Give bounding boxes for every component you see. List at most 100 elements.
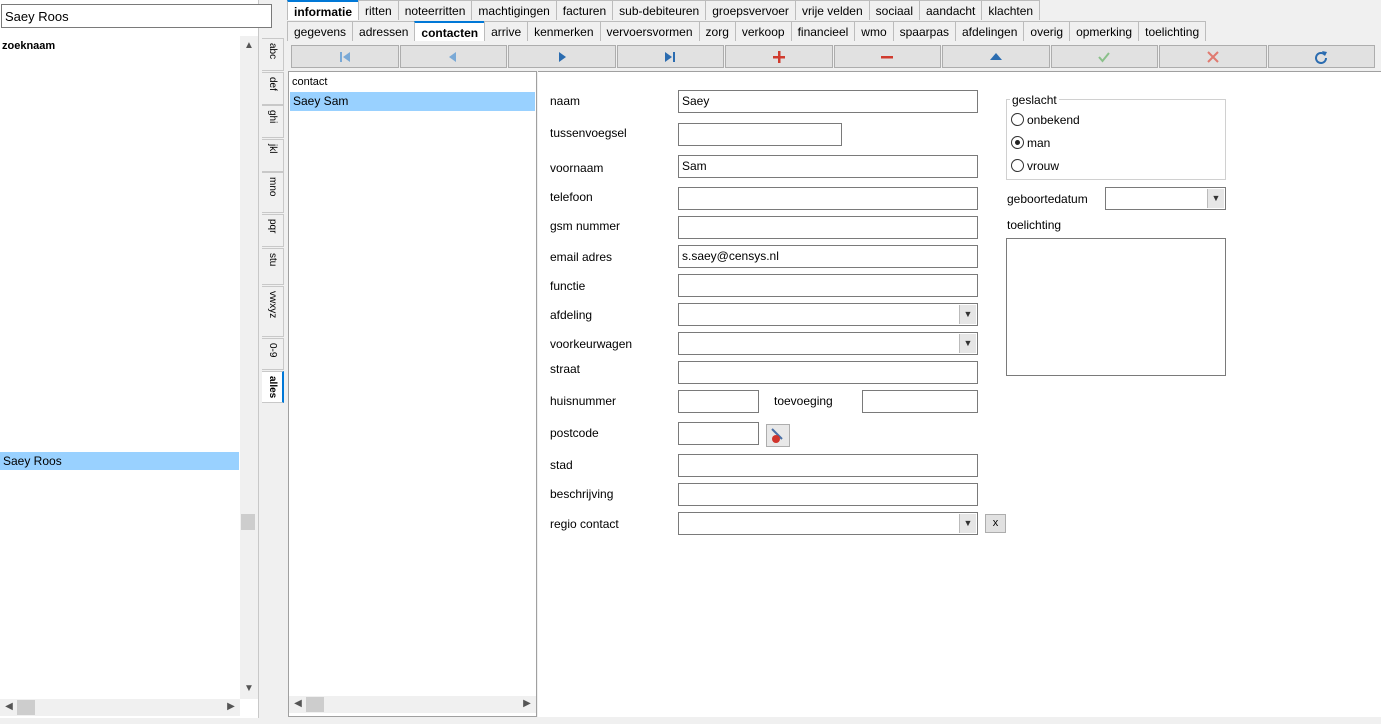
- alphabet-tab-label: ghi: [267, 110, 278, 124]
- afdeling-select[interactable]: ▼: [678, 303, 978, 326]
- alphabet-tab-vwxyz[interactable]: vwxyz: [262, 286, 284, 337]
- subtab-overig[interactable]: overig: [1023, 21, 1071, 41]
- tab-ritten[interactable]: ritten: [358, 0, 399, 20]
- regio-select[interactable]: ▼: [678, 512, 978, 535]
- tab-sub-debiteuren[interactable]: sub-debiteuren: [612, 0, 707, 20]
- tussenvoegsel-field[interactable]: [678, 123, 842, 146]
- alphabet-tab-label: pqr: [267, 219, 278, 234]
- geboortedatum-select[interactable]: ▼: [1105, 187, 1226, 210]
- subtab-opmerking[interactable]: opmerking: [1069, 21, 1140, 41]
- chevron-down-icon[interactable]: ▼: [959, 514, 976, 533]
- subtab-vervoersvormen[interactable]: vervoersvormen: [599, 21, 700, 41]
- alphabet-tab-label: mno: [267, 177, 278, 197]
- toevoeging-field[interactable]: [862, 390, 978, 413]
- first-record-button[interactable]: [291, 45, 399, 68]
- naam-field[interactable]: Saey: [678, 90, 978, 113]
- voornaam-label: voornaam: [550, 161, 604, 175]
- alphabet-tab-jkl[interactable]: jkl: [262, 139, 284, 172]
- tab-sociaal[interactable]: sociaal: [868, 0, 920, 20]
- subtab-contacten[interactable]: contacten: [414, 21, 486, 41]
- list-item[interactable]: Saey Roos: [0, 452, 239, 470]
- tab-noteerritten[interactable]: noteerritten: [397, 0, 473, 20]
- previous-icon: [449, 51, 457, 62]
- confirm-button[interactable]: [1050, 45, 1158, 68]
- alphabet-tab-label: 0-9: [267, 343, 278, 358]
- scroll-thumb[interactable]: [17, 700, 35, 715]
- clear-regio-button[interactable]: x: [985, 514, 1006, 533]
- refresh-button[interactable]: [1267, 45, 1375, 68]
- scroll-up-icon[interactable]: ▲: [240, 38, 258, 54]
- scroll-right-icon[interactable]: ▶: [222, 699, 240, 715]
- cancel-button[interactable]: [1159, 45, 1267, 68]
- scroll-down-icon[interactable]: ▼: [240, 681, 258, 697]
- scroll-right-icon[interactable]: ▶: [518, 696, 536, 712]
- move-up-button[interactable]: [942, 45, 1050, 68]
- radio-icon[interactable]: [1011, 113, 1024, 126]
- email-field[interactable]: s.saey@censys.nl: [678, 245, 978, 268]
- subtab-afdelingen[interactable]: afdelingen: [955, 21, 1025, 41]
- scroll-left-icon[interactable]: ◀: [0, 699, 18, 715]
- add-button[interactable]: [725, 45, 833, 68]
- subtab-wmo[interactable]: wmo: [854, 21, 894, 41]
- scroll-thumb[interactable]: [306, 697, 324, 712]
- last-record-button[interactable]: [616, 45, 724, 68]
- next-record-button[interactable]: [508, 45, 616, 68]
- telefoon-field[interactable]: [678, 187, 978, 210]
- alphabet-tab-pqr[interactable]: pqr: [262, 214, 284, 247]
- stad-field[interactable]: [678, 454, 978, 477]
- geboortedatum-label: geboortedatum: [1007, 192, 1088, 206]
- tab-machtigingen[interactable]: machtigingen: [471, 0, 557, 20]
- tab-facturen[interactable]: facturen: [555, 0, 614, 20]
- alphabet-tab-alles[interactable]: alles: [262, 371, 284, 403]
- subtab-arrive[interactable]: arrive: [484, 21, 529, 41]
- horizontal-scrollbar[interactable]: ◀ ▶: [0, 699, 240, 716]
- alphabet-tab-abc[interactable]: abc: [262, 38, 284, 71]
- chevron-down-icon[interactable]: ▼: [1207, 189, 1224, 208]
- tab-vrije-velden[interactable]: vrije velden: [794, 0, 870, 20]
- add-icon: [772, 50, 785, 63]
- chevron-down-icon[interactable]: ▼: [959, 305, 976, 324]
- previous-record-button[interactable]: [399, 45, 507, 68]
- vertical-scrollbar[interactable]: ▲ ▼: [240, 36, 258, 699]
- search-input[interactable]: [1, 4, 272, 28]
- remove-button[interactable]: [833, 45, 941, 68]
- contact-list-item[interactable]: Saey Sam: [290, 92, 535, 111]
- tab-klachten[interactable]: klachten: [981, 0, 1041, 20]
- alphabet-tab-ghi[interactable]: ghi: [262, 105, 284, 138]
- subtab-toelichting[interactable]: toelichting: [1138, 21, 1207, 41]
- subtab-adressen[interactable]: adressen: [352, 21, 416, 41]
- radio-icon[interactable]: [1011, 159, 1024, 172]
- subtab-zorg[interactable]: zorg: [698, 21, 736, 41]
- voorkeurwagen-select[interactable]: ▼: [678, 332, 978, 355]
- scroll-left-icon[interactable]: ◀: [289, 696, 307, 712]
- scroll-thumb[interactable]: [241, 514, 255, 530]
- subtab-gegevens[interactable]: gegevens: [287, 21, 354, 41]
- tab-aandacht[interactable]: aandacht: [919, 0, 983, 20]
- chevron-down-icon[interactable]: ▼: [959, 334, 976, 353]
- tab-groepsvervoer[interactable]: groepsvervoer: [705, 0, 796, 20]
- horizontal-scrollbar[interactable]: ◀ ▶: [289, 696, 536, 713]
- confirm-icon: [1098, 51, 1111, 63]
- huisnummer-field[interactable]: [678, 390, 759, 413]
- beschrijving-field[interactable]: [678, 483, 978, 506]
- voornaam-field[interactable]: Sam: [678, 155, 978, 178]
- search-results-panel: [0, 0, 259, 718]
- radio-icon[interactable]: [1011, 136, 1024, 149]
- tab-informatie[interactable]: informatie: [287, 0, 360, 20]
- alphabet-tab-stu[interactable]: stu: [262, 248, 284, 285]
- alphabet-tab-0-9[interactable]: 0-9: [262, 338, 284, 370]
- toelichting-textarea[interactable]: [1006, 238, 1226, 376]
- eraser-icon: [771, 428, 783, 443]
- functie-field[interactable]: [678, 274, 978, 297]
- postcode-lookup-button[interactable]: [766, 424, 790, 447]
- subtab-verkoop[interactable]: verkoop: [734, 21, 792, 41]
- postcode-field[interactable]: [678, 422, 759, 445]
- subtab-financieel[interactable]: financieel: [790, 21, 856, 41]
- straat-field[interactable]: [678, 361, 978, 384]
- subtab-spaarpas[interactable]: spaarpas: [892, 21, 956, 41]
- alphabet-tab-mno[interactable]: mno: [262, 172, 284, 213]
- subtab-kenmerken[interactable]: kenmerken: [527, 21, 601, 41]
- gsm-field[interactable]: [678, 216, 978, 239]
- alphabet-tab-def[interactable]: def: [262, 72, 284, 105]
- gsm-label: gsm nummer: [550, 219, 621, 233]
